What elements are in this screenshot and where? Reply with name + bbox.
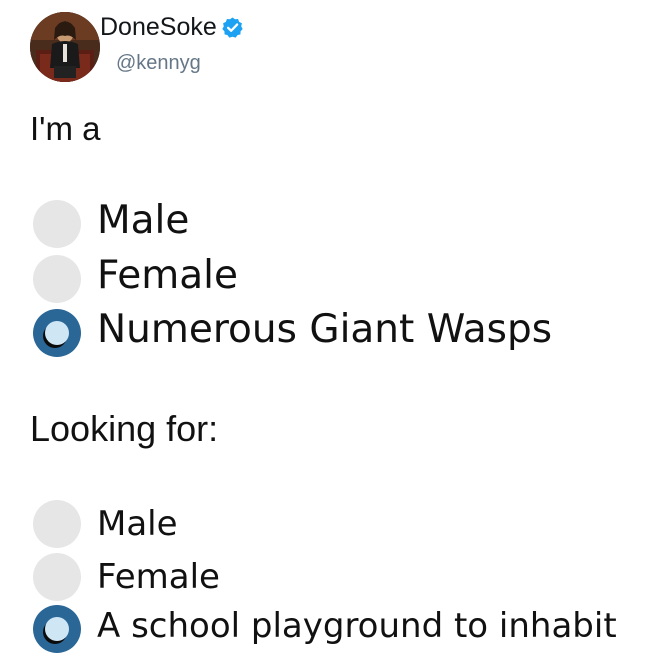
radio-button[interactable]: [33, 200, 81, 248]
tweet-header: DoneSoke @kennyg: [30, 8, 650, 88]
display-name-text: DoneSoke: [100, 13, 217, 41]
option-label: A school playground to inhabit: [97, 606, 617, 646]
radio-button[interactable]: [33, 255, 81, 303]
option-im-male[interactable]: Male: [33, 198, 653, 250]
option-label: Numerous Giant Wasps: [97, 307, 553, 352]
radio-button[interactable]: [33, 500, 81, 548]
radio-button-selected[interactable]: [33, 605, 81, 653]
author-handle[interactable]: @kennyg: [116, 52, 201, 75]
author-display-name[interactable]: DoneSoke: [100, 13, 244, 42]
radio-button-selected[interactable]: [33, 309, 81, 357]
option-looking-school-playground[interactable]: A school playground to inhabit: [33, 602, 653, 654]
option-label: Male: [97, 198, 190, 243]
avatar[interactable]: [30, 12, 100, 82]
option-looking-female[interactable]: Female: [33, 553, 653, 605]
question-heading-im-a: I'm a: [30, 110, 101, 147]
verified-badge-icon: [221, 16, 244, 39]
option-label: Female: [97, 557, 220, 597]
option-im-numerous-giant-wasps[interactable]: Numerous Giant Wasps: [33, 307, 653, 359]
option-label: Male: [97, 504, 178, 544]
profile-photo-icon: [30, 12, 100, 82]
option-looking-male[interactable]: Male: [33, 500, 653, 552]
option-label: Female: [97, 253, 239, 298]
option-im-female[interactable]: Female: [33, 253, 653, 305]
radio-button[interactable]: [33, 553, 81, 601]
question-heading-looking-for: Looking for:: [30, 408, 219, 449]
radio-selected-dot: [45, 321, 69, 345]
radio-selected-dot: [45, 617, 69, 641]
